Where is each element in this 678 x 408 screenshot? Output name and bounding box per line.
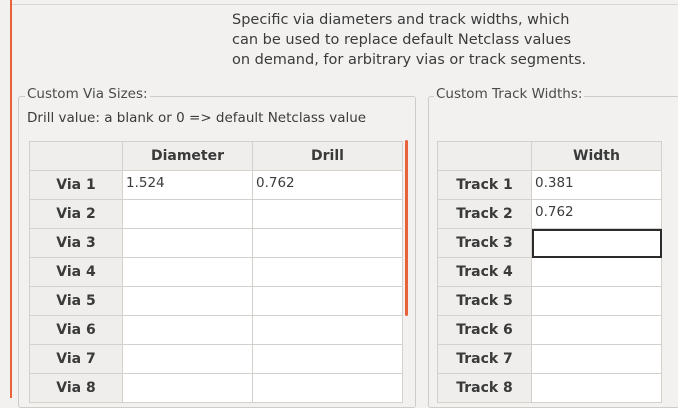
via-3-drill-cell[interactable]: [252, 228, 403, 258]
row-label-track-1[interactable]: Track 1: [437, 170, 532, 200]
table-row: Via 4: [29, 257, 403, 287]
via-5-drill-cell[interactable]: [252, 286, 403, 316]
table-row: Track 7: [437, 344, 662, 374]
table-row: Via 5: [29, 286, 403, 316]
row-label-track-2[interactable]: Track 2: [437, 199, 532, 229]
row-label-track-8[interactable]: Track 8: [437, 373, 532, 403]
table-row: Track 3: [437, 228, 662, 258]
via-4-diameter-cell[interactable]: [122, 257, 253, 287]
via-5-diameter-cell[interactable]: [122, 286, 253, 316]
table-row: Via 7: [29, 344, 403, 374]
via-8-diameter-cell[interactable]: [122, 373, 253, 403]
via-6-diameter-cell[interactable]: [122, 315, 253, 345]
via-3-diameter-cell[interactable]: [122, 228, 253, 258]
row-label-via-3[interactable]: Via 3: [29, 228, 123, 258]
via-8-drill-cell[interactable]: [252, 373, 403, 403]
track-7-width-cell[interactable]: [531, 344, 662, 374]
via-1-diameter-cell[interactable]: 1.524: [122, 170, 253, 200]
table-row: Track 4: [437, 257, 662, 287]
via-7-drill-cell[interactable]: [252, 344, 403, 374]
row-label-via-5[interactable]: Via 5: [29, 286, 123, 316]
top-separator: [12, 4, 678, 5]
column-header-drill[interactable]: Drill: [252, 141, 403, 171]
via-2-drill-cell[interactable]: [252, 199, 403, 229]
column-header-width[interactable]: Width: [531, 141, 662, 171]
row-label-via-7[interactable]: Via 7: [29, 344, 123, 374]
table-row: Via 8: [29, 373, 403, 403]
via-sizes-title: Custom Via Sizes:: [25, 86, 150, 102]
table-row: Track 8: [437, 373, 662, 403]
row-label-track-4[interactable]: Track 4: [437, 257, 532, 287]
track-2-width-cell[interactable]: 0.762: [531, 199, 662, 229]
via-6-drill-cell[interactable]: [252, 315, 403, 345]
via-grid-scrollbar[interactable]: [405, 140, 408, 316]
table-row: Via 1 1.524 0.762: [29, 170, 403, 200]
track-8-width-cell[interactable]: [531, 373, 662, 403]
table-row: Via 3: [29, 228, 403, 258]
track-4-width-cell[interactable]: [531, 257, 662, 287]
table-row: Via 6: [29, 315, 403, 345]
table-row: Track 6: [437, 315, 662, 345]
row-label-via-1[interactable]: Via 1: [29, 170, 123, 200]
row-label-via-4[interactable]: Via 4: [29, 257, 123, 287]
track-3-width-cell[interactable]: [531, 228, 662, 258]
row-label-via-6[interactable]: Via 6: [29, 315, 123, 345]
track-1-width-cell[interactable]: 0.381: [531, 170, 662, 200]
window-edge-accent: [10, 0, 12, 398]
row-label-via-8[interactable]: Via 8: [29, 373, 123, 403]
row-label-track-7[interactable]: Track 7: [437, 344, 532, 374]
row-label-track-5[interactable]: Track 5: [437, 286, 532, 316]
via-grid-header-row: Diameter Drill: [29, 141, 403, 171]
row-label-track-6[interactable]: Track 6: [437, 315, 532, 345]
track-widths-grid: Width Track 1 0.381 Track 2 0.762 Track …: [437, 141, 662, 403]
via-2-diameter-cell[interactable]: [122, 199, 253, 229]
column-header-diameter[interactable]: Diameter: [122, 141, 253, 171]
table-row: Track 2 0.762: [437, 199, 662, 229]
track-grid-corner: [437, 141, 532, 171]
via-grid-corner: [29, 141, 123, 171]
table-row: Track 1 0.381: [437, 170, 662, 200]
via-1-drill-cell[interactable]: 0.762: [252, 170, 403, 200]
drill-hint-text: Drill value: a blank or 0 => default Net…: [27, 110, 367, 126]
via-4-drill-cell[interactable]: [252, 257, 403, 287]
row-label-track-3[interactable]: Track 3: [437, 228, 532, 258]
track-widths-title: Custom Track Widths:: [434, 86, 585, 102]
description-text: Specific via diameters and track widths,…: [232, 12, 587, 68]
track-grid-header-row: Width: [437, 141, 662, 171]
via-sizes-grid: Diameter Drill Via 1 1.524 0.762 Via 2 V…: [29, 141, 403, 403]
via-7-diameter-cell[interactable]: [122, 344, 253, 374]
track-6-width-cell[interactable]: [531, 315, 662, 345]
track-5-width-cell[interactable]: [531, 286, 662, 316]
table-row: Via 2: [29, 199, 403, 229]
table-row: Track 5: [437, 286, 662, 316]
row-label-via-2[interactable]: Via 2: [29, 199, 123, 229]
